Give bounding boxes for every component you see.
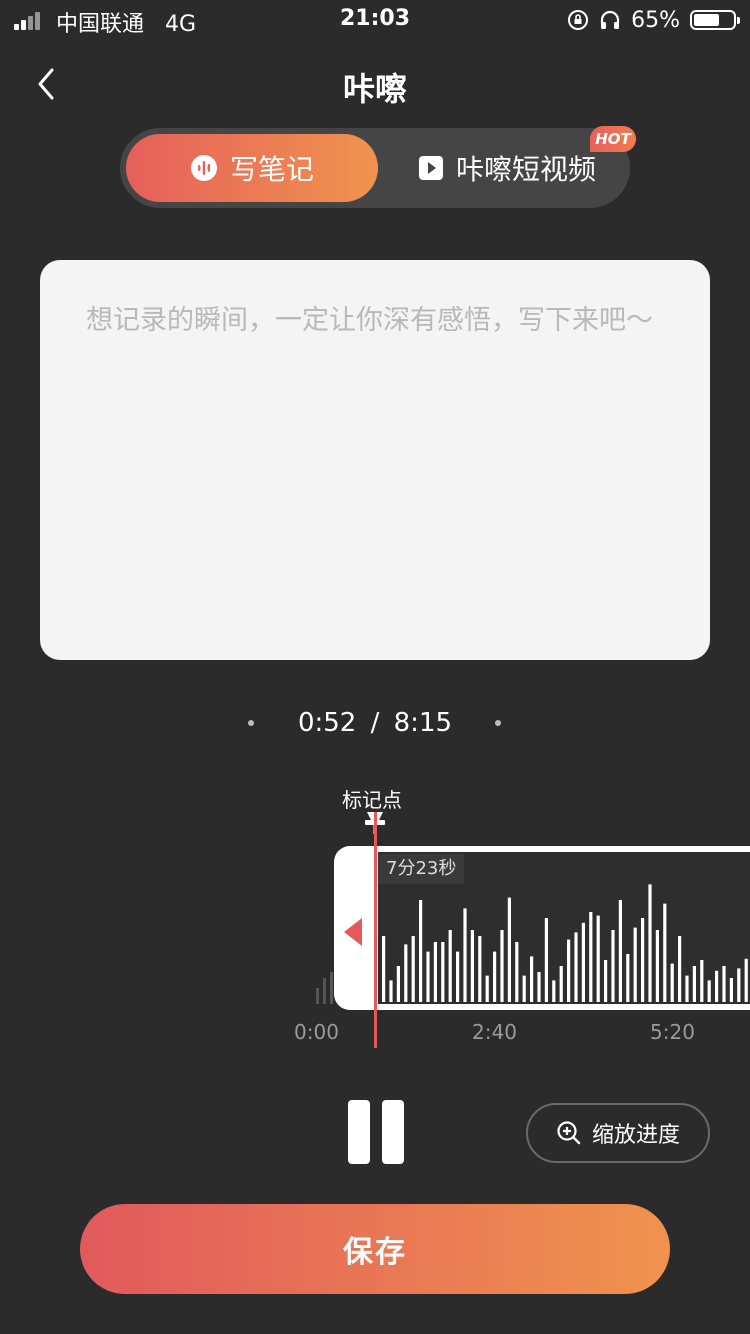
waveform-bar: [552, 980, 556, 1002]
tab-label: 咔嚓短视频: [455, 153, 596, 186]
waveform-bar: [618, 900, 622, 1002]
battery-percent: 65%: [631, 7, 680, 33]
waveform-bar: [559, 966, 563, 1002]
waveform-bar: [448, 930, 452, 1002]
mode-tabs: 写笔记 咔嚓短视频: [120, 128, 630, 208]
waveform-bar: [463, 908, 467, 1002]
waveform-bar: [389, 980, 393, 1002]
waveform-bar: [404, 944, 408, 1002]
waveform-bar: [530, 956, 534, 1002]
waveform-bar: [700, 960, 704, 1002]
drag-left-handle-icon[interactable]: [344, 918, 362, 946]
save-button[interactable]: 保存: [80, 1204, 670, 1294]
waveform-bar: [441, 942, 445, 1002]
status-bar: 中国联通 4G 21:03 65%: [0, 0, 750, 40]
waveform-bar: [678, 936, 682, 1002]
waveform-bar: [382, 936, 386, 1002]
waveform-bar: [596, 915, 600, 1002]
pause-button[interactable]: [348, 1100, 404, 1166]
tab-short-video[interactable]: 咔嚓短视频: [390, 134, 624, 202]
waveform-bar: [567, 939, 571, 1002]
waveform-bar: [470, 930, 474, 1002]
current-time: 0:52: [297, 708, 357, 738]
audio-wave-icon: [190, 155, 217, 181]
tab-write-note[interactable]: 写笔记: [126, 134, 378, 202]
waveform-bar: [515, 942, 519, 1002]
waveform-bar: [648, 884, 652, 1002]
waveform-bar: [456, 951, 460, 1002]
waveform-bar: [507, 897, 511, 1002]
hot-badge: HOT: [590, 126, 636, 152]
waveform-bar: [485, 975, 489, 1002]
waveform-bar: [722, 966, 726, 1002]
playhead[interactable]: [374, 812, 377, 1048]
waveform-bar: [426, 951, 430, 1002]
note-editor[interactable]: [40, 260, 710, 660]
waveform-bar: [411, 936, 415, 1002]
zoom-in-icon: [557, 1121, 581, 1145]
time-tooltip: 7分23秒: [378, 854, 465, 884]
waveform-bar: [663, 903, 667, 1002]
waveform-bar: [633, 927, 637, 1002]
waveform-bar: [626, 954, 630, 1002]
timeline-tick: 5:20: [650, 1020, 695, 1044]
scrub-dot-right: [495, 720, 501, 726]
waveform-bar: [744, 958, 748, 1002]
waveform-bar: [729, 978, 733, 1002]
play-square-icon: [418, 156, 443, 180]
timeline-tick: 0:00: [294, 1020, 339, 1044]
waveform-bar: [589, 912, 593, 1002]
waveform-bar: [707, 980, 711, 1002]
total-time: 8:15: [393, 708, 453, 738]
tab-label: 写笔记: [229, 153, 314, 186]
note-input[interactable]: [40, 260, 710, 660]
zoom-progress-button[interactable]: 缩放进度: [526, 1103, 710, 1163]
waveform-bar: [604, 960, 608, 1002]
waveform-bar: [574, 932, 578, 1002]
timeline-tick: 2:40: [472, 1020, 517, 1044]
marker-label: 标记点: [342, 788, 402, 812]
waveform-bar: [655, 930, 659, 1002]
waveform-bar: [692, 966, 696, 1002]
waveform-bar: [611, 930, 615, 1002]
battery-icon: [690, 10, 740, 30]
headphones-icon: [600, 10, 620, 29]
time-separator: /: [370, 708, 380, 738]
waveform-bar: [670, 963, 674, 1002]
waveform-bar: [478, 936, 482, 1002]
playback-time: 0:52 / 8:15: [0, 708, 750, 738]
pause-icon: [348, 1100, 370, 1164]
waveform-past-bars: [316, 972, 333, 1004]
page-title: 咔嚓: [342, 70, 407, 108]
rotation-lock-icon: [568, 10, 589, 30]
waveform-bar: [685, 975, 689, 1002]
waveform-bar: [581, 922, 585, 1002]
waveform-bar: [544, 918, 548, 1002]
waveform-bar: [715, 970, 719, 1002]
waveform-bar: [433, 942, 437, 1002]
waveform-bar: [493, 951, 497, 1002]
waveform-bar: [419, 900, 423, 1002]
waveform-bar: [537, 972, 541, 1002]
waveform-bar: [641, 918, 645, 1002]
waveform-bar: [396, 966, 400, 1002]
waveform-bar: [500, 930, 504, 1002]
zoom-label: 缩放进度: [591, 1123, 680, 1148]
waveform-bar: [522, 975, 526, 1002]
waveform-bar: [737, 968, 741, 1002]
